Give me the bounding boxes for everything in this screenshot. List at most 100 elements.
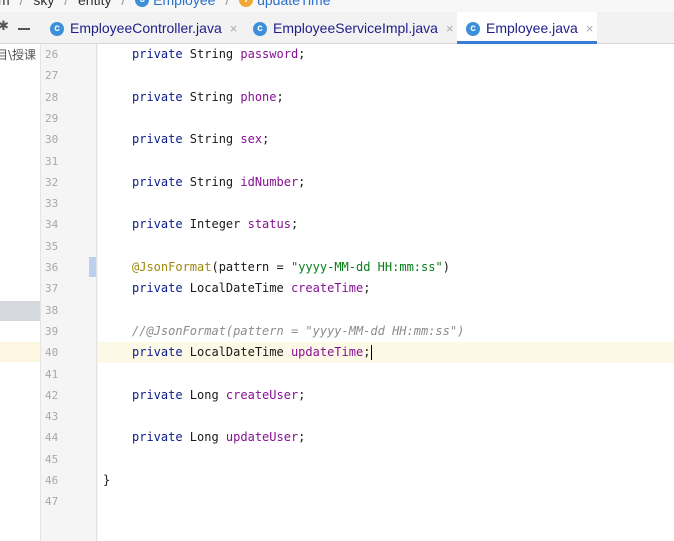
line-number: 34 bbox=[45, 218, 59, 232]
code-token: ; bbox=[363, 345, 371, 360]
breadcrumb-item[interactable]: Employee bbox=[153, 0, 215, 8]
line-number: 47 bbox=[45, 495, 59, 509]
line-number: 44 bbox=[45, 431, 59, 445]
line-number: 38 bbox=[45, 303, 59, 317]
code-line[interactable]: private String password; bbox=[132, 44, 305, 65]
minimize-icon[interactable] bbox=[18, 28, 30, 30]
code-token: String bbox=[189, 89, 241, 104]
line-number: 33 bbox=[45, 197, 59, 211]
code-line[interactable]: private String sex; bbox=[132, 129, 269, 150]
code-token: private bbox=[132, 89, 190, 104]
breadcrumb-item[interactable]: updateTime bbox=[257, 0, 330, 8]
code-token: private bbox=[132, 217, 190, 232]
line-number: 45 bbox=[45, 452, 59, 466]
breadcrumb-separator: / bbox=[19, 0, 24, 9]
class-icon: c bbox=[253, 22, 267, 37]
code-line[interactable]: } bbox=[103, 470, 110, 491]
line-number: 26 bbox=[45, 48, 59, 61]
breadcrumb-item[interactable]: entity bbox=[78, 0, 111, 8]
tab-label: Employee.java bbox=[486, 20, 578, 36]
code-token: updateUser bbox=[225, 430, 299, 445]
code-token: ; bbox=[363, 281, 371, 296]
gear-icon[interactable]: ✱ bbox=[0, 19, 9, 34]
breadcrumb-item[interactable]: m bbox=[0, 0, 10, 8]
line-number: 30 bbox=[45, 133, 59, 147]
code-line[interactable]: private Long createUser; bbox=[132, 385, 305, 406]
code-token: ; bbox=[298, 47, 306, 61]
code-token: private bbox=[132, 132, 190, 147]
tab-employee-controller[interactable]: c EmployeeController.java × bbox=[50, 12, 237, 44]
code-token: Integer bbox=[189, 217, 248, 232]
code-line[interactable]: private LocalDateTime createTime; bbox=[132, 278, 370, 299]
line-number: 31 bbox=[45, 154, 59, 168]
class-icon: c bbox=[50, 22, 64, 37]
code-token: idNumber bbox=[240, 174, 299, 189]
code-token: ) bbox=[442, 260, 450, 274]
code-line[interactable]: private LocalDateTime updateTime; bbox=[132, 342, 373, 363]
code-token: createTime bbox=[290, 281, 364, 296]
text-caret bbox=[371, 345, 373, 361]
code-token: LocalDateTime bbox=[189, 345, 291, 360]
code-token: (pattern = bbox=[211, 260, 291, 274]
code-token: @JsonFormat bbox=[132, 260, 212, 274]
code-token: phone bbox=[240, 89, 277, 104]
field-icon: f bbox=[239, 0, 254, 8]
line-number: 37 bbox=[45, 282, 59, 296]
line-number: 43 bbox=[45, 410, 59, 424]
code-token: ; bbox=[290, 217, 299, 232]
code-token: status bbox=[247, 217, 291, 232]
project-tree-selected-row[interactable] bbox=[0, 301, 40, 321]
line-number: 29 bbox=[45, 111, 59, 125]
project-tree-item[interactable]: 目\授课 bbox=[0, 46, 36, 63]
code-token: Long bbox=[189, 430, 226, 445]
breadcrumb: m / sky / entity / cEmployee / fupdateTi… bbox=[0, 0, 674, 12]
line-number: 40 bbox=[45, 346, 59, 360]
tab-employee-service-impl[interactable]: c EmployeeServiceImpl.java × bbox=[253, 12, 454, 44]
line-number: 28 bbox=[45, 90, 59, 104]
code-token: private bbox=[132, 387, 190, 402]
code-token: sex bbox=[240, 132, 263, 147]
code-line[interactable]: private Long updateUser; bbox=[132, 427, 305, 448]
code-editor[interactable]: private String password; private String p… bbox=[98, 44, 674, 541]
code-token: "yyyy-MM-dd HH:mm:ss" bbox=[290, 260, 443, 274]
close-icon[interactable]: × bbox=[446, 21, 454, 36]
code-token: ; bbox=[298, 430, 306, 445]
breadcrumb-item[interactable]: sky bbox=[33, 0, 54, 8]
code-line[interactable]: //@JsonFormat(pattern = "yyyy-MM-dd HH:m… bbox=[132, 321, 464, 342]
tab-label: EmployeeServiceImpl.java bbox=[273, 20, 438, 36]
close-icon[interactable]: × bbox=[586, 21, 594, 36]
code-line[interactable]: private Integer status; bbox=[132, 214, 298, 235]
code-token: String bbox=[189, 47, 241, 61]
code-token: Long bbox=[189, 387, 226, 402]
project-tree-panel: 目\授课 bbox=[0, 44, 40, 541]
code-token: ; bbox=[276, 89, 284, 104]
editor-tab-bar: ✱ c EmployeeController.java × c EmployeeSer… bbox=[0, 12, 674, 44]
code-token: LocalDateTime bbox=[189, 281, 291, 296]
line-number: 36 bbox=[45, 261, 59, 274]
code-line[interactable]: private String idNumber; bbox=[132, 172, 305, 193]
code-token: password bbox=[240, 47, 299, 61]
code-token: ; bbox=[298, 387, 306, 402]
code-token: ; bbox=[298, 174, 306, 189]
code-token: String bbox=[189, 174, 241, 189]
code-token: private bbox=[132, 174, 190, 189]
line-number: 35 bbox=[45, 239, 59, 253]
code-line[interactable]: @JsonFormat(pattern = "yyyy-MM-dd HH:mm:… bbox=[132, 257, 450, 278]
line-number-gutter: 26 27 28 29 30 31 32 33 34 35 36 37 38 39 40 41 42 43 44 45… bbox=[40, 44, 98, 541]
project-tree-highlight-row bbox=[0, 342, 40, 362]
code-token: updateTime bbox=[290, 345, 364, 360]
gutter-divider bbox=[96, 44, 97, 541]
code-token: private bbox=[132, 345, 190, 360]
line-number: 42 bbox=[45, 388, 59, 402]
tab-employee[interactable]: c Employee.java × bbox=[457, 12, 597, 44]
breadcrumb-separator: / bbox=[121, 0, 126, 9]
code-token: //@JsonFormat(pattern = "yyyy-MM-dd HH:m… bbox=[132, 323, 465, 338]
code-token: private bbox=[132, 47, 190, 61]
code-line[interactable]: private String phone; bbox=[132, 87, 284, 108]
tool-window-controls: ✱ bbox=[0, 12, 40, 44]
breadcrumb-separator: / bbox=[64, 0, 69, 9]
code-token: ; bbox=[262, 132, 270, 147]
tab-label: EmployeeController.java bbox=[70, 20, 222, 36]
close-icon[interactable]: × bbox=[230, 21, 238, 36]
code-token: String bbox=[189, 132, 241, 147]
